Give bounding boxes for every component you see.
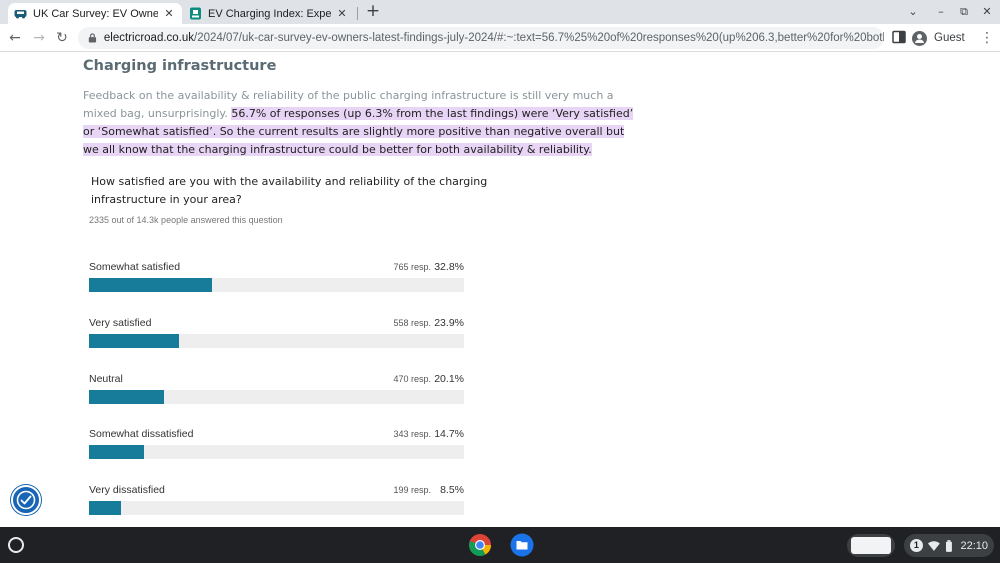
poll-option: Very satisfied 558 resp. 23.9% — [89, 317, 464, 362]
close-tab-icon[interactable]: ✕ — [162, 7, 176, 20]
tab-separator — [357, 7, 358, 20]
url-domain: electricroad.co.uk — [103, 32, 195, 44]
poll-option-label: Very satisfied — [89, 317, 152, 329]
poll-option: Very dissatisfied 199 resp. 8.5% — [89, 484, 464, 527]
tab-uk-car-survey[interactable]: UK Car Survey: EV Owners - latest findin… — [8, 3, 182, 24]
poll-bar-track — [89, 501, 464, 515]
more-vert-icon[interactable]: ⋮ — [980, 29, 994, 47]
poll-bar-fill — [89, 501, 121, 515]
reload-icon[interactable]: ↻ — [52, 28, 72, 48]
forward-arrow-icon[interactable]: → — [29, 28, 49, 48]
poll-option-percent: 32.8% — [434, 261, 464, 273]
battery-icon — [945, 539, 952, 552]
poll-option: Neutral 470 resp. 20.1% — [89, 373, 464, 418]
section-heading: Charging infrastructure — [83, 58, 277, 74]
poll-bar-track — [89, 278, 464, 292]
poll-option-responses: 343 resp. — [393, 429, 431, 439]
poll-option-responses: 558 resp. — [393, 318, 431, 328]
tab-search-chevron-down-icon[interactable]: ⌄ — [904, 3, 922, 21]
back-arrow-icon[interactable]: ← — [5, 28, 25, 48]
restore-button[interactable]: ⧉ — [955, 3, 973, 21]
poll-option: Somewhat satisfied 765 resp. 32.8% — [89, 261, 464, 306]
files-app-icon[interactable] — [510, 533, 534, 557]
url-path: /2024/07/uk-car-survey-ev-owners-latest-… — [194, 32, 884, 44]
status-tray[interactable]: 1 22:10 — [904, 534, 994, 557]
close-window-button[interactable]: ✕ — [978, 3, 996, 21]
poll-option-responses: 470 resp. — [393, 374, 431, 384]
poll-option-percent: 23.9% — [434, 317, 464, 329]
poll-bar-fill — [89, 390, 165, 404]
tab-strip: UK Car Survey: EV Owners - latest findin… — [0, 0, 1000, 24]
avatar-icon — [912, 30, 927, 46]
electricroad-favicon-icon — [14, 7, 27, 20]
poll-answered-count: 2335 out of 14.3k people answered this q… — [89, 215, 283, 225]
wifi-icon — [927, 540, 940, 551]
profile-label: Guest — [934, 32, 965, 44]
browser-toolbar: ← → ↻ electricroad.co.uk/2024/07/uk-car-… — [0, 24, 1000, 52]
profile-button[interactable]: Guest — [912, 27, 965, 49]
poll-option-responses: 765 resp. — [393, 262, 431, 272]
poll-option-responses: 199 resp. — [393, 485, 431, 495]
holding-space-tray[interactable] — [847, 534, 895, 557]
poll-bar-fill — [89, 445, 145, 459]
address-bar[interactable]: electricroad.co.uk/2024/07/uk-car-survey… — [78, 27, 884, 49]
poll-bar-track — [89, 390, 464, 404]
accessibility-widget-button[interactable] — [11, 485, 41, 515]
page-content: Charging infrastructure Feedback on the … — [0, 53, 1000, 527]
poll-option-percent: 14.7% — [434, 428, 464, 440]
new-tab-button[interactable]: + — [364, 3, 382, 21]
poll-option-percent: 20.1% — [434, 373, 464, 385]
screenshot-thumbnail — [851, 537, 891, 554]
os-shelf: 1 22:10 — [0, 527, 1000, 563]
poll-bar-fill — [89, 334, 179, 348]
side-panel-icon[interactable] — [892, 30, 906, 44]
tab-title: EV Charging Index: Expert insights — [208, 7, 331, 20]
poll-option-label: Neutral — [89, 373, 123, 385]
poll-bar-track — [89, 334, 464, 348]
site-favicon-icon — [189, 7, 202, 20]
url-text: electricroad.co.uk/2024/07/uk-car-survey… — [104, 32, 884, 44]
close-tab-icon[interactable]: ✕ — [335, 7, 349, 20]
lock-icon — [88, 33, 97, 43]
notification-count-badge: 1 — [910, 539, 923, 552]
minimize-button[interactable]: – — [932, 3, 950, 21]
poll-option: Somewhat dissatisfied 343 resp. 14.7% — [89, 428, 464, 473]
poll-question: How satisfied are you with the availabil… — [91, 175, 488, 206]
launcher-icon[interactable] — [8, 537, 24, 553]
accessibility-icon — [16, 490, 36, 510]
poll-option-percent: 8.5% — [440, 484, 464, 496]
article-paragraph: Feedback on the availability & reliabili… — [83, 87, 639, 159]
tab-title: UK Car Survey: EV Owners - latest findin… — [33, 7, 158, 20]
poll-option-label: Somewhat dissatisfied — [89, 428, 194, 440]
poll-bar-fill — [89, 278, 212, 292]
clock-time: 22:10 — [960, 539, 989, 552]
chrome-app-icon[interactable] — [468, 533, 492, 557]
poll-option-label: Somewhat satisfied — [89, 261, 181, 273]
poll-option-label: Very dissatisfied — [89, 484, 165, 496]
tab-ev-charging-index[interactable]: EV Charging Index: Expert insights ✕ — [183, 3, 355, 24]
poll-bar-track — [89, 445, 464, 459]
